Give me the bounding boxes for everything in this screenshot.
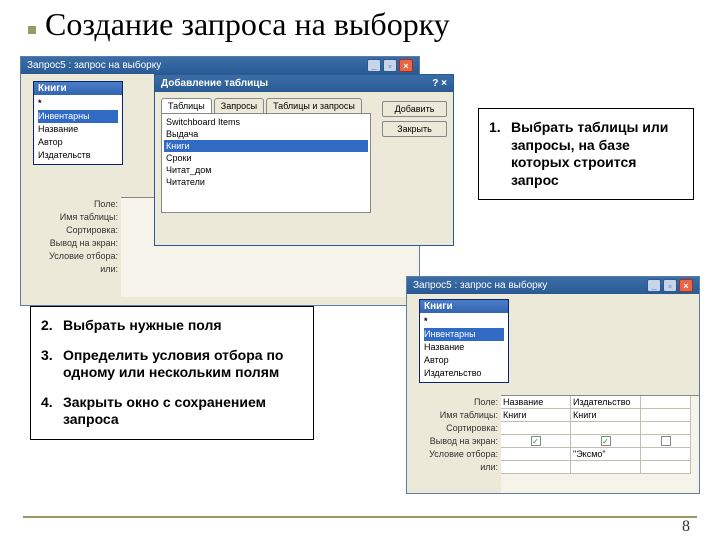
cell-sort[interactable] [571,422,640,435]
step-number: 3. [41,347,55,382]
grid-column-1[interactable]: Название Книги ✓ [501,396,571,474]
step-text: Выбрать таблицы или запросы, на базе кот… [511,119,683,189]
window-titlebar[interactable]: Запрос5 : запрос на выборку _ ▫ × [21,57,419,74]
field[interactable]: Издательств [38,149,118,162]
cell-show[interactable]: ✓ [501,435,570,448]
maximize-icon[interactable]: ▫ [663,279,677,292]
field[interactable]: Название [38,123,118,136]
grid-column-empty[interactable] [641,396,691,474]
field[interactable]: Автор [38,136,118,149]
cell-or[interactable] [501,461,570,474]
window-titlebar[interactable]: Запрос5 : запрос на выборку _ ▫ × [407,277,699,294]
title-marker [28,26,36,34]
dialog-title: Добавление таблицы [161,78,268,89]
step-text: Определить условия отбора по одному или … [63,347,303,382]
table-fieldlist-books-2[interactable]: Книги * Инвентарны Название Автор Издате… [419,299,509,383]
step-number: 4. [41,394,55,429]
checkbox-icon[interactable]: ✓ [531,436,541,446]
list-item[interactable]: Читат_дом [164,164,368,176]
close-icon[interactable]: × [399,59,413,72]
list-item[interactable]: Switchboard Items [164,116,368,128]
minimize-icon[interactable]: _ [647,279,661,292]
page-number: 8 [682,518,690,536]
close-icon[interactable]: × [441,78,447,89]
list-item[interactable]: Читатели [164,176,368,188]
grid-row-labels: Поле: Имя таблицы: Сортировка: Вывод на … [429,396,501,474]
tab-both[interactable]: Таблицы и запросы [266,98,362,113]
field-all[interactable]: * [38,97,118,110]
callout-steps-2-4: 2. Выбрать нужные поля 3. Определить усл… [30,306,314,440]
list-item[interactable]: Сроки [164,152,368,164]
help-icon[interactable]: ? [432,78,438,89]
step-number: 1. [489,119,503,189]
tab-queries[interactable]: Запросы [214,98,264,113]
field[interactable]: Инвентарны [38,110,118,123]
cell-field[interactable]: Издательство [571,396,640,409]
add-button[interactable]: Добавить [382,101,447,117]
cell-criteria[interactable] [501,448,570,461]
table-title: Книги [38,83,67,94]
cell-table[interactable]: Книги [501,409,570,422]
design-grid-2[interactable]: Поле: Имя таблицы: Сортировка: Вывод на … [501,395,699,493]
step-number: 2. [41,317,55,335]
step-text: Закрыть окно с сохранением запроса [63,394,303,429]
cell-table[interactable]: Книги [571,409,640,422]
cell-show[interactable]: ✓ [571,435,640,448]
callout-step-1: 1. Выбрать таблицы или запросы, на базе … [478,108,694,200]
list-item[interactable]: Выдача [164,128,368,140]
query-window-2: Запрос5 : запрос на выборку _ ▫ × Книги … [406,276,700,494]
close-icon[interactable]: × [679,279,693,292]
step-text: Выбрать нужные поля [63,317,222,335]
table-title: Книги [424,301,453,312]
tab-tables[interactable]: Таблицы [161,98,212,113]
table-fieldlist-books-1[interactable]: Книги * Инвентарны Название Автор Издате… [33,81,123,165]
add-table-dialog[interactable]: Добавление таблицы ? × Таблицы Запросы Т… [154,74,454,246]
slide-title: Создание запроса на выборку [45,6,450,43]
field-all[interactable]: * [424,315,504,328]
grid-row-labels: Поле: Имя таблицы: Сортировка: Вывод на … [49,198,121,276]
window-title: Запрос5 : запрос на выборку [413,280,547,291]
field[interactable]: Издательство [424,367,504,380]
maximize-icon[interactable]: ▫ [383,59,397,72]
window-title: Запрос5 : запрос на выборку [27,60,161,71]
close-button[interactable]: Закрыть [382,121,447,137]
cell-or[interactable] [571,461,640,474]
dialog-titlebar[interactable]: Добавление таблицы ? × [155,75,453,92]
field[interactable]: Инвентарны [424,328,504,341]
grid-column-2[interactable]: Издательство Книги ✓ "Эксмо" [571,396,641,474]
cell-sort[interactable] [501,422,570,435]
footer-divider [23,516,697,518]
cell-field[interactable]: Название [501,396,570,409]
checkbox-icon[interactable]: ✓ [601,436,611,446]
cell-criteria[interactable]: "Эксмо" [571,448,640,461]
minimize-icon[interactable]: _ [367,59,381,72]
field[interactable]: Название [424,341,504,354]
field[interactable]: Автор [424,354,504,367]
list-item-selected[interactable]: Книги [164,140,368,152]
table-list[interactable]: Switchboard Items Выдача Книги Сроки Чит… [161,113,371,213]
checkbox-icon[interactable] [661,436,671,446]
